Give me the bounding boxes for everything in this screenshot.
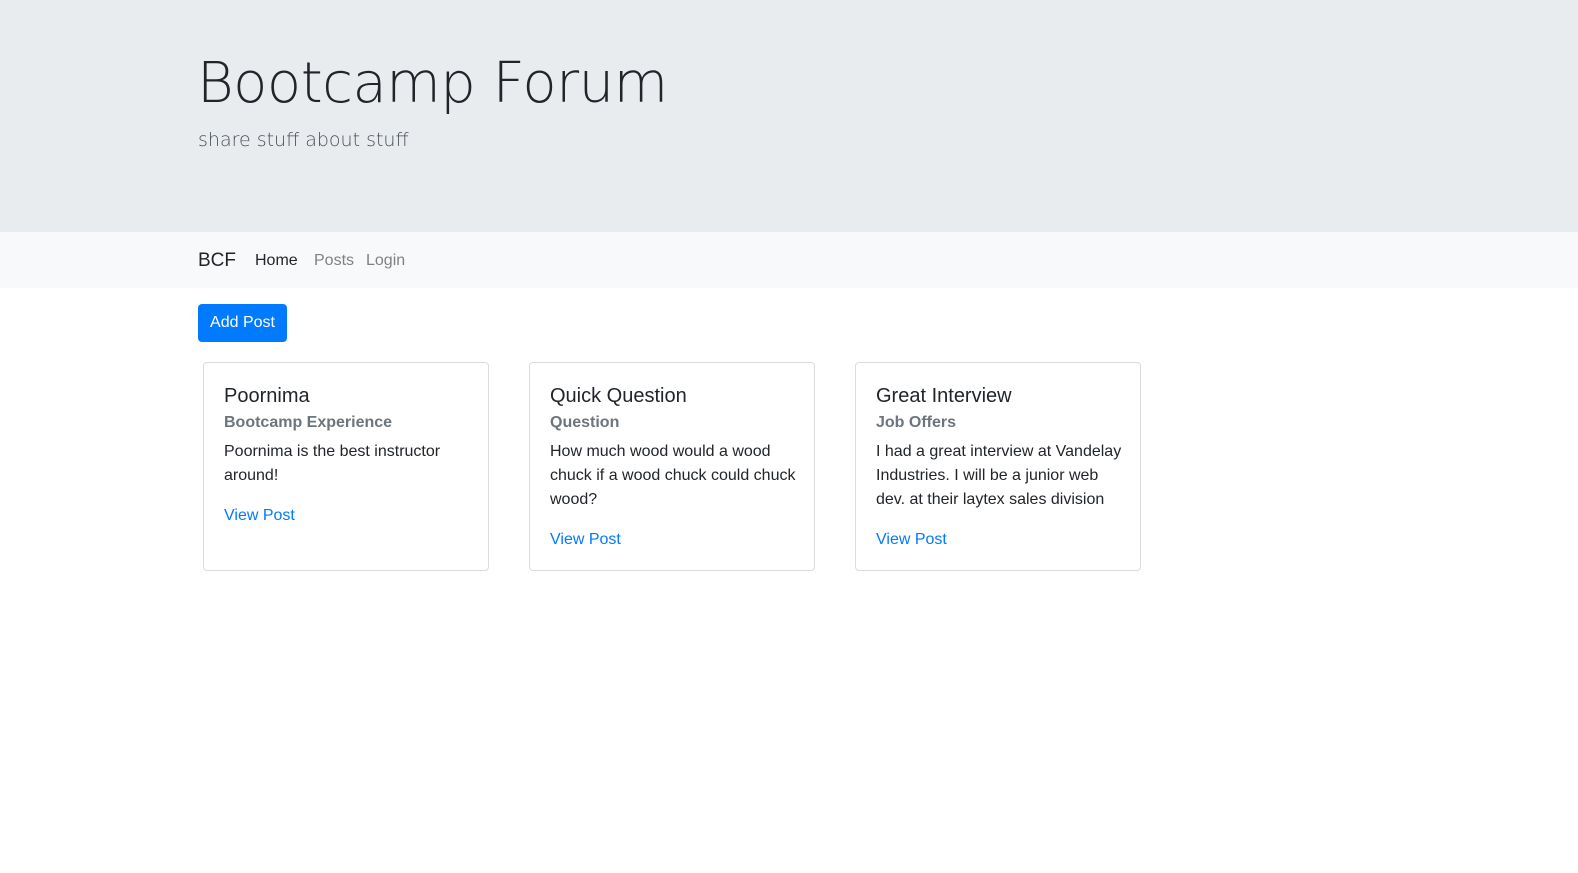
add-post-button[interactable]: Add Post <box>198 304 287 342</box>
post-category: Question <box>550 414 620 431</box>
view-post-link[interactable]: View Post <box>224 506 295 526</box>
post-title: Great Interview <box>876 385 1012 407</box>
navbar: BCF Home Posts Login <box>0 232 1578 288</box>
nav-link-posts[interactable]: Posts <box>314 251 354 271</box>
post-title: Quick Question <box>550 385 687 407</box>
post-card: Poornima Bootcamp Experience Poornima is… <box>203 362 489 571</box>
post-card: Quick Question Question How much wood wo… <box>529 362 815 571</box>
post-category: Bootcamp Experience <box>224 414 393 431</box>
post-title: Poornima <box>224 385 310 407</box>
post-category: Job Offers <box>876 414 957 431</box>
nav-link-home[interactable]: Home <box>255 251 298 271</box>
post-body: How much wood would a wood chuck if a wo… <box>550 443 796 508</box>
navbar-brand[interactable]: BCF <box>198 249 236 273</box>
nav-link-login[interactable]: Login <box>366 251 405 271</box>
post-body: Poornima is the best instructor around! <box>224 443 441 484</box>
post-card: Great Interview Job Offers I had a great… <box>855 362 1141 571</box>
view-post-link[interactable]: View Post <box>876 530 947 550</box>
jumbotron: Bootcamp Forum share stuff about stuff <box>0 0 1578 232</box>
post-body: I had a great interview at Vandelay Indu… <box>876 443 1122 508</box>
site-title: Bootcamp Forum <box>197 51 668 116</box>
site-tagline: share stuff about stuff <box>198 129 409 151</box>
view-post-link[interactable]: View Post <box>550 530 621 550</box>
